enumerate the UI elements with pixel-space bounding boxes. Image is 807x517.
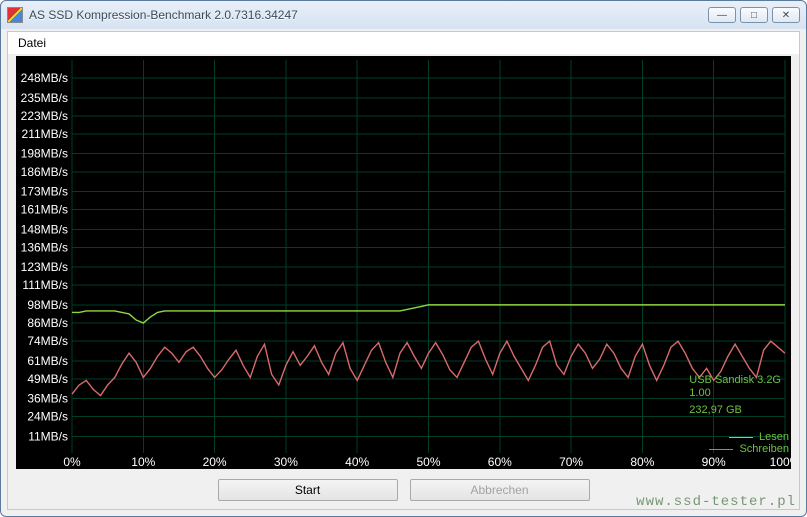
content-pane: Datei 11MB/s 24MB/s 36MB/s 49MB/s 61MB/s 74MB… xyxy=(7,31,800,510)
menu-file[interactable]: Datei xyxy=(18,36,46,50)
svg-text:186MB/s: 186MB/s xyxy=(21,165,68,179)
svg-text:30%: 30% xyxy=(274,455,298,469)
svg-text:136MB/s: 136MB/s xyxy=(21,240,68,254)
legend-write: Schreiben xyxy=(739,443,789,455)
legend-read: Lesen xyxy=(759,431,789,443)
svg-text:74MB/s: 74MB/s xyxy=(27,334,68,348)
svg-text:198MB/s: 198MB/s xyxy=(21,147,68,161)
svg-text:61MB/s: 61MB/s xyxy=(27,354,68,368)
legend-write-line xyxy=(709,449,733,450)
svg-text:70%: 70% xyxy=(559,455,583,469)
legend: Lesen Schreiben xyxy=(709,431,789,455)
svg-text:80%: 80% xyxy=(630,455,654,469)
svg-text:98MB/s: 98MB/s xyxy=(27,298,68,312)
svg-text:123MB/s: 123MB/s xyxy=(21,260,68,274)
svg-text:60%: 60% xyxy=(488,455,512,469)
cancel-button[interactable]: Abbrechen xyxy=(410,479,590,501)
svg-text:90%: 90% xyxy=(702,455,726,469)
minimize-button[interactable]: — xyxy=(708,7,736,23)
svg-text:100%: 100% xyxy=(770,455,791,469)
device-capacity: 232,97 GB xyxy=(689,404,781,417)
maximize-button[interactable]: □ xyxy=(740,7,768,23)
device-fw: 1.00 xyxy=(689,387,781,400)
svg-text:86MB/s: 86MB/s xyxy=(27,316,68,330)
svg-text:235MB/s: 235MB/s xyxy=(21,91,68,105)
compression-chart: 11MB/s 24MB/s 36MB/s 49MB/s 61MB/s 74MB/s 86MB… xyxy=(16,56,791,469)
svg-text:0%: 0% xyxy=(63,455,81,469)
svg-text:223MB/s: 223MB/s xyxy=(21,109,68,123)
svg-text:248MB/s: 248MB/s xyxy=(21,71,68,85)
close-button[interactable]: ✕ xyxy=(772,7,800,23)
chart-area: 11MB/s 24MB/s 36MB/s 49MB/s 61MB/s 74MB/s 86MB… xyxy=(16,56,791,469)
svg-text:161MB/s: 161MB/s xyxy=(21,203,68,217)
svg-text:40%: 40% xyxy=(345,455,369,469)
svg-text:11MB/s: 11MB/s xyxy=(28,429,68,443)
svg-text:49MB/s: 49MB/s xyxy=(27,372,68,386)
svg-text:148MB/s: 148MB/s xyxy=(21,222,68,236)
titlebar: AS SSD Kompression-Benchmark 2.0.7316.34… xyxy=(1,1,806,29)
svg-text:20%: 20% xyxy=(203,455,227,469)
svg-text:211MB/s: 211MB/s xyxy=(22,127,68,141)
svg-text:36MB/s: 36MB/s xyxy=(27,392,68,406)
svg-text:173MB/s: 173MB/s xyxy=(21,185,68,199)
watermark: www.ssd-tester.pl xyxy=(636,494,796,510)
svg-text:50%: 50% xyxy=(416,455,440,469)
menubar: Datei xyxy=(8,32,799,54)
window-title: AS SSD Kompression-Benchmark 2.0.7316.34… xyxy=(29,8,708,22)
svg-text:10%: 10% xyxy=(131,455,155,469)
device-name: USB Sandisk 3.2G xyxy=(689,374,781,387)
legend-read-line xyxy=(729,437,753,438)
start-button[interactable]: Start xyxy=(218,479,398,501)
device-info: USB Sandisk 3.2G 1.00 232,97 GB xyxy=(685,372,791,419)
app-icon xyxy=(7,7,23,23)
svg-text:24MB/s: 24MB/s xyxy=(27,410,68,424)
app-window: AS SSD Kompression-Benchmark 2.0.7316.34… xyxy=(0,0,807,517)
svg-text:111MB/s: 111MB/s xyxy=(22,278,68,292)
